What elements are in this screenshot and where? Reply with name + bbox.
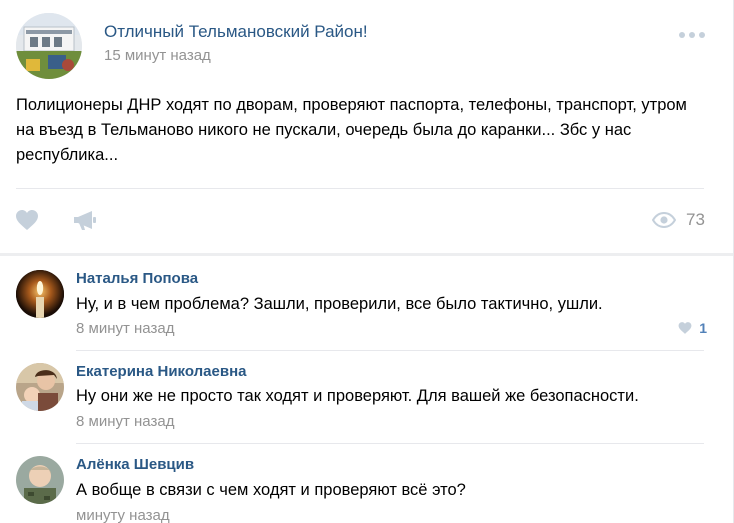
post-divider bbox=[16, 188, 704, 189]
comment-author-name[interactable]: Наталья Попова bbox=[76, 270, 198, 287]
child-photo-avatar bbox=[16, 456, 64, 504]
comment-like-button[interactable]: 1 bbox=[677, 320, 707, 336]
group-avatar-image bbox=[16, 13, 82, 79]
post-card: Отличный Тельмановский Район! 15 минут н… bbox=[0, 0, 734, 253]
comment-item: Наталья Попова Ну, и в чем проблема? Заш… bbox=[0, 256, 733, 350]
page: Отличный Тельмановский Район! 15 минут н… bbox=[0, 0, 734, 523]
comment-author-avatar[interactable] bbox=[16, 270, 64, 318]
share-button[interactable] bbox=[72, 208, 98, 237]
ellipsis-icon bbox=[679, 32, 705, 38]
like-button[interactable] bbox=[14, 208, 40, 237]
post-more-button[interactable] bbox=[676, 26, 708, 44]
comment-like-count: 1 bbox=[699, 320, 707, 336]
comment-author-avatar[interactable] bbox=[16, 363, 64, 411]
candle-avatar-image bbox=[16, 270, 64, 318]
comment-item: Алёнка Шевцив А вобще в связи с чем ходя… bbox=[0, 444, 733, 523]
comment-author-avatar[interactable] bbox=[16, 456, 64, 504]
heart-icon bbox=[16, 210, 38, 230]
group-name-link[interactable]: Отличный Тельмановский Район! bbox=[104, 22, 368, 42]
group-avatar[interactable] bbox=[16, 13, 82, 79]
views-counter: 73 bbox=[652, 208, 705, 232]
comment-text: Ну, и в чем проблема? Зашли, проверили, … bbox=[76, 295, 603, 313]
heart-icon bbox=[678, 322, 692, 334]
comment-time[interactable]: 8 минут назад bbox=[76, 413, 174, 430]
views-count: 73 bbox=[686, 210, 705, 229]
comment-text: Ну они же не просто так ходят и проверяю… bbox=[76, 387, 639, 405]
eye-icon bbox=[652, 212, 676, 228]
comment-author-name[interactable]: Алёнка Шевцив bbox=[76, 456, 194, 473]
comment-time[interactable]: 8 минут назад bbox=[76, 320, 174, 337]
user-photo-avatar bbox=[16, 363, 64, 411]
comment-time[interactable]: минуту назад bbox=[76, 507, 170, 523]
comment-text: А вобще в связи с чем ходят и проверяют … bbox=[76, 481, 466, 499]
comment-item: Екатерина Николаевна Ну они же не просто… bbox=[0, 351, 733, 443]
megaphone-icon bbox=[74, 211, 96, 230]
post-text: Полиционеры ДНР ходят по дворам, проверя… bbox=[16, 96, 687, 164]
comment-author-name[interactable]: Екатерина Николаевна bbox=[76, 363, 247, 380]
post-time[interactable]: 15 минут назад bbox=[104, 47, 211, 64]
